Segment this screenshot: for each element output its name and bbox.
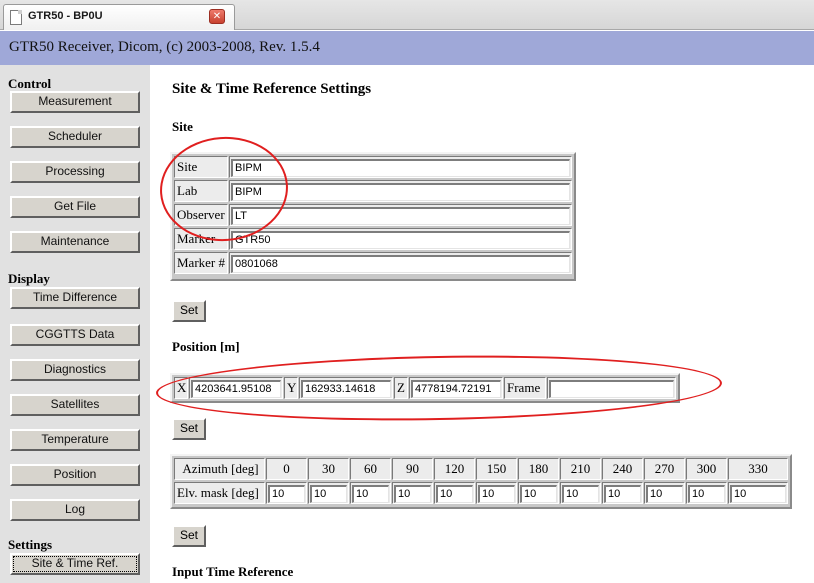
sidebar-item-diagnostics[interactable]: Diagnostics: [10, 359, 140, 381]
sidebar-item-temperature[interactable]: Temperature: [10, 429, 140, 451]
mask-cell: [350, 482, 391, 504]
lab-field[interactable]: [231, 182, 570, 201]
elevation-mask-field[interactable]: [604, 484, 641, 503]
sidebar-item-maintenance[interactable]: Maintenance: [10, 231, 140, 253]
sidebar-item-scheduler[interactable]: Scheduler: [10, 126, 140, 148]
browser-tab-strip: GTR50 - BP0U ✕: [0, 0, 814, 30]
mask-cell: [602, 482, 643, 504]
azimuth-header: 60: [350, 458, 391, 480]
sidebar-item-log[interactable]: Log: [10, 499, 140, 521]
mask-cell: [728, 482, 788, 504]
azimuth-header: 300: [686, 458, 727, 480]
site-input-cell: [229, 156, 572, 178]
mask-cell: [560, 482, 601, 504]
observer-field[interactable]: [231, 206, 570, 225]
app-title: GTR50 Receiver, Dicom, (c) 2003-2008, Re…: [9, 39, 320, 55]
sidebar-item-cggtts-data[interactable]: CGGTTS Data: [10, 324, 140, 346]
elevation-mask-field[interactable]: [268, 484, 305, 503]
elevation-mask-field[interactable]: [562, 484, 599, 503]
elevation-mask-field[interactable]: [730, 484, 786, 503]
sidebar-heading-settings: Settings: [8, 537, 53, 552]
azimuth-header: 210: [560, 458, 601, 480]
browser-tab[interactable]: GTR50 - BP0U ✕: [3, 4, 235, 30]
azimuth-header: 90: [392, 458, 433, 480]
azimuth-header: 30: [308, 458, 349, 480]
marker-field[interactable]: [231, 230, 570, 249]
tab-title: GTR50 - BP0U: [28, 10, 103, 22]
mask-cell: [308, 482, 349, 504]
main-content: Site & Time Reference Settings Site Site…: [150, 65, 814, 583]
x-input-cell: [189, 377, 283, 399]
mask-cell: [686, 482, 727, 504]
mask-cell: [266, 482, 307, 504]
z-input-cell: [409, 377, 503, 399]
sidebar-item-processing[interactable]: Processing: [10, 161, 140, 183]
frame-input-cell: [547, 377, 676, 399]
elevation-mask-field[interactable]: [352, 484, 389, 503]
elevation-mask-field[interactable]: [646, 484, 683, 503]
sidebar-item-position[interactable]: Position: [10, 464, 140, 486]
mask-cell: [644, 482, 685, 504]
azimuth-header: 270: [644, 458, 685, 480]
sidebar-item-time-difference[interactable]: Time Difference: [10, 287, 140, 309]
marker-number-field[interactable]: [231, 254, 570, 273]
observer-input-cell: [229, 204, 572, 226]
marker-number-label: Marker #: [174, 252, 228, 274]
sidebar-item-measurement[interactable]: Measurement: [10, 91, 140, 113]
sidebar-item-satellites[interactable]: Satellites: [10, 394, 140, 416]
y-input-cell: [299, 377, 393, 399]
azimuth-header: 120: [434, 458, 475, 480]
site-set-button[interactable]: Set: [172, 300, 206, 322]
lab-label: Lab: [174, 180, 228, 202]
elevation-set-button[interactable]: Set: [172, 525, 206, 547]
site-field[interactable]: [231, 158, 570, 177]
position-set-button[interactable]: Set: [172, 418, 206, 440]
marker-number-input-cell: [229, 252, 572, 274]
lab-input-cell: [229, 180, 572, 202]
y-coordinate-field[interactable]: [301, 379, 391, 398]
frame-label: Frame: [504, 377, 546, 399]
y-label: Y: [284, 377, 298, 399]
observer-label: Observer: [174, 204, 228, 226]
elevation-mask-label: Elv. mask [deg]: [174, 482, 265, 504]
site-label: Site: [174, 156, 228, 178]
close-tab-icon[interactable]: ✕: [209, 9, 225, 24]
elevation-mask-field[interactable]: [688, 484, 725, 503]
mask-cell: [476, 482, 517, 504]
sidebar-heading-display: Display: [8, 271, 50, 286]
elevation-mask-field[interactable]: [394, 484, 431, 503]
mask-cell: [392, 482, 433, 504]
azimuth-header: 150: [476, 458, 517, 480]
azimuth-header: 240: [602, 458, 643, 480]
z-label: Z: [394, 377, 408, 399]
elevation-mask-field[interactable]: [310, 484, 347, 503]
azimuth-label: Azimuth [deg]: [174, 458, 265, 480]
position-section-title: Position [m]: [172, 339, 240, 354]
azimuth-header: 180: [518, 458, 559, 480]
frame-field[interactable]: [549, 379, 674, 398]
elevation-mask-field[interactable]: [520, 484, 557, 503]
site-section-title: Site: [172, 119, 193, 134]
header-banner: GTR50 Receiver, Dicom, (c) 2003-2008, Re…: [0, 31, 814, 65]
page-icon: [10, 10, 22, 25]
sidebar-heading-control: Control: [8, 76, 52, 91]
elevation-mask-field[interactable]: [436, 484, 473, 503]
z-coordinate-field[interactable]: [411, 379, 501, 398]
input-time-reference-title: Input Time Reference: [172, 564, 294, 579]
x-coordinate-field[interactable]: [191, 379, 281, 398]
marker-input-cell: [229, 228, 572, 250]
page-title: Site & Time Reference Settings: [172, 81, 372, 97]
x-label: X: [174, 377, 188, 399]
sidebar-item-site-time-ref[interactable]: Site & Time Ref.: [10, 553, 140, 575]
azimuth-header: 0: [266, 458, 307, 480]
marker-label: Marker: [174, 228, 228, 250]
mask-cell: [518, 482, 559, 504]
sidebar-item-get-file[interactable]: Get File: [10, 196, 140, 218]
elevation-mask-field[interactable]: [478, 484, 515, 503]
mask-cell: [434, 482, 475, 504]
sidebar: Control Measurement Scheduler Processing…: [0, 65, 150, 583]
azimuth-header: 330: [728, 458, 788, 480]
